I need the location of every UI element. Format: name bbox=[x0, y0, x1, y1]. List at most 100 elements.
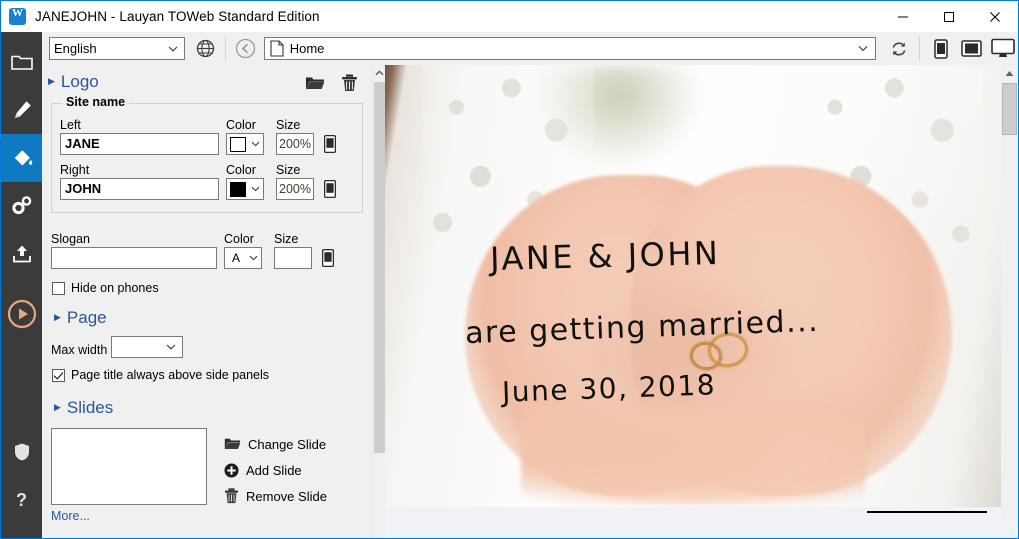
paint-bucket-icon bbox=[10, 146, 34, 170]
right-name-input[interactable]: JOHN bbox=[60, 178, 219, 200]
left-size-label: Size bbox=[276, 118, 300, 132]
logo-section-title: Logo bbox=[61, 72, 99, 92]
open-folder-icon bbox=[224, 437, 241, 451]
color-swatch bbox=[230, 137, 246, 152]
design-settings-panel: ▶ Logo Site name bbox=[42, 65, 372, 539]
sidebar-item-content-editor[interactable] bbox=[1, 86, 42, 134]
phone-icon bbox=[324, 180, 336, 198]
panel-scrollbar-thumb[interactable] bbox=[374, 82, 385, 453]
open-folder-icon[interactable] bbox=[305, 75, 325, 91]
slide-caption-line-2: are getting married... bbox=[465, 304, 820, 351]
play-circle-icon bbox=[6, 298, 38, 330]
site-name-groupbox: Site name Left Color Size JANE 200% bbox=[51, 103, 363, 213]
phone-preview-button[interactable] bbox=[925, 34, 956, 63]
triangle-up-icon[interactable] bbox=[1001, 65, 1018, 82]
language-select[interactable]: English bbox=[49, 37, 185, 60]
sidebar-item-security[interactable] bbox=[1, 428, 42, 476]
slide-thumbnail[interactable] bbox=[51, 428, 207, 505]
document-icon bbox=[270, 40, 284, 57]
desktop-preview-icon bbox=[991, 38, 1015, 59]
toolbar-separator-2 bbox=[919, 37, 920, 61]
left-name-input[interactable]: JANE bbox=[60, 133, 219, 155]
preview-scrollbar[interactable] bbox=[1001, 65, 1018, 539]
sidebar-item-publish[interactable] bbox=[1, 230, 42, 278]
right-color-label: Color bbox=[226, 163, 256, 177]
checkbox-box bbox=[52, 282, 65, 295]
sidebar-item-preview-run[interactable] bbox=[1, 284, 42, 344]
slogan-size-input[interactable] bbox=[274, 247, 312, 269]
application-window: JANEJOHN - Lauyan TOWeb Standard Edition bbox=[0, 0, 1019, 539]
slide-caption-line-1: JANE & JOHN bbox=[489, 234, 720, 278]
slide-photo[interactable]: JANE & JOHN are getting married... June … bbox=[385, 65, 1001, 523]
slide-caption: JANE & JOHN are getting married... June … bbox=[385, 65, 1001, 523]
left-size-phone-button[interactable] bbox=[322, 134, 337, 154]
preview-scrollbar-thumb[interactable] bbox=[1002, 83, 1017, 135]
refresh-button[interactable] bbox=[884, 34, 915, 63]
slogan-label: Slogan bbox=[51, 232, 90, 246]
right-color-picker[interactable] bbox=[226, 178, 264, 200]
page-section-title: Page bbox=[67, 308, 107, 328]
window-title: JANEJOHN - Lauyan TOWeb Standard Edition bbox=[35, 9, 320, 24]
sidebar-item-help[interactable]: ? bbox=[1, 476, 42, 524]
title-bar: JANEJOHN - Lauyan TOWeb Standard Edition bbox=[1, 1, 1018, 32]
language-globe-button[interactable] bbox=[192, 35, 220, 63]
minimize-icon[interactable] bbox=[880, 1, 926, 32]
chevron-down-icon bbox=[166, 344, 176, 351]
toweb-app-icon bbox=[9, 8, 26, 25]
right-name-label: Right bbox=[60, 163, 89, 177]
page-section-header[interactable]: ▶ Page bbox=[54, 308, 107, 328]
right-size-phone-button[interactable] bbox=[322, 179, 337, 199]
slogan-input[interactable] bbox=[51, 247, 217, 269]
chevron-up-icon[interactable] bbox=[373, 65, 385, 80]
site-preview-area: JANE & JOHN are getting married... June … bbox=[385, 65, 1018, 539]
hide-on-phones-label: Hide on phones bbox=[71, 281, 159, 295]
shield-icon bbox=[13, 442, 31, 462]
panel-scrollbar[interactable] bbox=[372, 65, 385, 539]
tablet-preview-button[interactable] bbox=[956, 34, 987, 63]
page-selector[interactable]: Home bbox=[264, 37, 876, 60]
back-button[interactable] bbox=[234, 37, 258, 61]
maximize-icon[interactable] bbox=[926, 1, 972, 32]
add-slide-button[interactable]: Add Slide bbox=[224, 457, 327, 483]
right-size-input[interactable]: 200% bbox=[276, 178, 314, 200]
remove-slide-button[interactable]: Remove Slide bbox=[224, 483, 327, 509]
page-selector-value: Home bbox=[290, 41, 325, 56]
slogan-color-picker[interactable]: A bbox=[224, 247, 262, 269]
trash-icon[interactable] bbox=[341, 74, 358, 92]
phone-icon bbox=[322, 249, 334, 267]
remove-slide-label: Remove Slide bbox=[246, 489, 327, 504]
page-title-above-panels-label: Page title always above side panels bbox=[71, 368, 269, 382]
left-color-label: Color bbox=[226, 118, 256, 132]
slides-section-header[interactable]: ▶ Slides bbox=[54, 398, 113, 418]
desktop-preview-button[interactable] bbox=[987, 34, 1018, 63]
slogan-size-phone-button[interactable] bbox=[320, 248, 335, 268]
left-name-label: Left bbox=[60, 118, 81, 132]
left-size-input[interactable]: 200% bbox=[276, 133, 314, 155]
phone-preview-icon bbox=[934, 39, 948, 59]
upload-icon bbox=[11, 243, 33, 265]
chevron-down-icon bbox=[858, 45, 868, 52]
sidebar-item-theme-design[interactable] bbox=[1, 134, 42, 182]
folder-icon bbox=[11, 53, 33, 71]
sidebar-item-site-manager[interactable] bbox=[1, 38, 42, 86]
max-width-select[interactable] bbox=[111, 336, 183, 358]
preview-bottom-area bbox=[385, 522, 1018, 538]
change-slide-button[interactable]: Change Slide bbox=[224, 431, 327, 457]
triangle-right-icon: ▶ bbox=[54, 402, 61, 413]
pencil-icon bbox=[11, 99, 33, 121]
page-title-above-panels-checkbox[interactable]: Page title always above side panels bbox=[52, 368, 269, 382]
change-slide-label: Change Slide bbox=[248, 437, 326, 452]
close-icon[interactable] bbox=[972, 1, 1018, 32]
hide-on-phones-checkbox[interactable]: Hide on phones bbox=[52, 281, 159, 295]
slides-more-link[interactable]: More... bbox=[51, 509, 90, 523]
max-width-label: Max width bbox=[51, 343, 107, 357]
triangle-right-icon: ▶ bbox=[48, 76, 55, 87]
sidebar-item-settings[interactable] bbox=[1, 182, 42, 230]
color-letter-a: A bbox=[228, 251, 244, 266]
photo-bottom-rule bbox=[867, 511, 987, 513]
main-toolbar: English bbox=[42, 32, 1018, 65]
slide-actions-list: Change Slide Add Slide bbox=[224, 431, 327, 509]
phone-icon bbox=[324, 135, 336, 153]
left-color-picker[interactable] bbox=[226, 133, 264, 155]
slides-section-title: Slides bbox=[67, 398, 113, 418]
